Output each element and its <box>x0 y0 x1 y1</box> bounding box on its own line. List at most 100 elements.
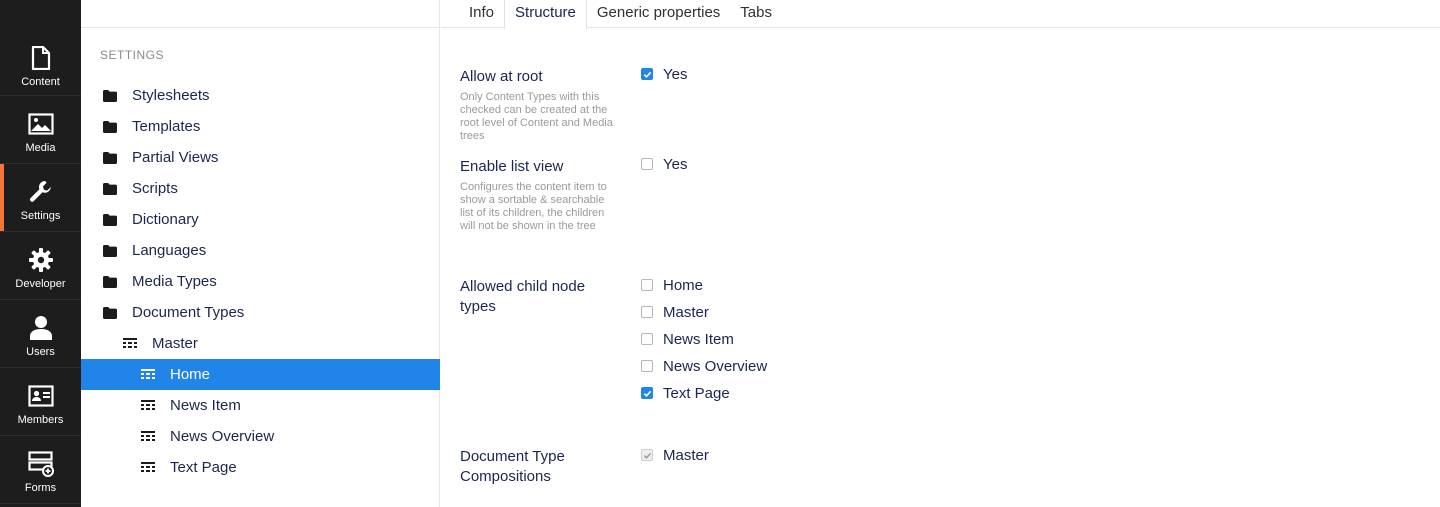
editor-main: Info Structure Generic properties Tabs A… <box>441 0 1440 507</box>
tree-item-label: Home <box>170 366 211 383</box>
composition-checkbox[interactable] <box>641 449 653 461</box>
tree-item-master[interactable]: Master <box>81 328 440 359</box>
tree-item-stylesheets[interactable]: Stylesheets <box>81 80 440 111</box>
app: Content Media Settings Developer Users M… <box>0 0 1440 507</box>
child-type-label: Home <box>663 276 704 294</box>
tree-item-label: Templates <box>132 118 201 135</box>
compositions-label: Document Type Compositions <box>460 448 565 485</box>
folder-icon <box>103 120 117 134</box>
folder-icon <box>103 213 117 227</box>
child-type-checkbox[interactable] <box>641 333 653 345</box>
settings-tree-panel: Settings Stylesheets Templates Partial Vie… <box>81 0 440 507</box>
tree-item-document-types[interactable]: Document Types <box>81 297 440 328</box>
allow-at-root-label: Allow at root <box>460 68 543 85</box>
tree-item-label: Scripts <box>132 180 178 197</box>
allow-at-root-checkbox[interactable] <box>641 68 653 80</box>
allowed-child-node-types-label: Allowed child node types <box>460 278 586 315</box>
child-type-option-news-item[interactable]: News Item <box>641 329 734 349</box>
tree-item-media-types[interactable]: Media Types <box>81 266 440 297</box>
child-type-checkbox[interactable] <box>641 279 653 291</box>
child-type-label: News Overview <box>663 357 768 375</box>
rail-item-developer[interactable]: Developer <box>0 232 81 300</box>
rail-item-media[interactable]: Media <box>0 96 81 164</box>
folder-icon <box>103 275 117 289</box>
rail-item-label: Media <box>25 142 56 154</box>
enable-list-view-checkbox[interactable] <box>641 158 653 170</box>
allowed-child-node-types-row: Allowed child node types <box>460 277 600 317</box>
child-type-option-home[interactable]: Home <box>641 275 703 295</box>
tab-generic-properties[interactable]: Generic properties <box>587 0 730 28</box>
tree-item-scripts[interactable]: Scripts <box>81 173 440 204</box>
doctype-icon <box>123 337 137 351</box>
tree-section-heading: Settings <box>100 48 165 62</box>
rail-item-label: Members <box>17 414 64 426</box>
tree-item-label: News Overview <box>170 428 275 445</box>
tree-item-label: Master <box>152 335 198 352</box>
folder-icon <box>103 182 117 196</box>
document-icon <box>28 45 54 71</box>
folder-icon <box>103 89 117 103</box>
child-type-option-text-page[interactable]: Text Page <box>641 383 730 403</box>
rail-item-members[interactable]: Members <box>0 368 81 436</box>
tree-item-news-item[interactable]: News Item <box>81 390 440 421</box>
tree-item-label: Dictionary <box>132 211 199 228</box>
composition-option-master[interactable]: Master <box>641 445 709 465</box>
rail-item-label: Users <box>26 346 55 358</box>
editor-tabs: Info Structure Generic properties Tabs <box>441 0 1440 29</box>
tree-item-label: Stylesheets <box>132 87 210 104</box>
rail-item-label: Content <box>21 76 60 88</box>
tree-item-languages[interactable]: Languages <box>81 235 440 266</box>
tree-item-dictionary[interactable]: Dictionary <box>81 204 440 235</box>
tree-item-label: Partial Views <box>132 149 219 166</box>
tree-item-text-page[interactable]: Text Page <box>81 452 440 483</box>
rail-item-settings[interactable]: Settings <box>0 164 81 232</box>
doctype-icon <box>141 399 155 413</box>
child-type-label: News Item <box>663 330 734 348</box>
rail-item-label: Forms <box>24 482 57 494</box>
enable-list-view-option-label: Yes <box>663 155 688 173</box>
doctype-icon <box>141 430 155 444</box>
enable-list-view-description: Configures the content item to show a so… <box>460 181 607 232</box>
folder-icon <box>103 151 117 165</box>
tree-item-news-overview[interactable]: News Overview <box>81 421 440 452</box>
tree-item-label: Text Page <box>170 459 237 476</box>
tab-info[interactable]: Info <box>459 0 504 28</box>
user-icon <box>28 315 54 341</box>
enable-list-view-label: Enable list view <box>460 158 564 175</box>
allow-at-root-description: Only Content Types with this checked can… <box>460 91 613 142</box>
doctype-icon <box>141 461 155 475</box>
forms-icon <box>27 451 54 477</box>
compositions-row: Document Type Compositions <box>460 447 590 487</box>
tree-item-partial-views[interactable]: Partial Views <box>81 142 440 173</box>
tree-item-label: News Item <box>170 397 241 414</box>
child-type-checkbox[interactable] <box>641 360 653 372</box>
tab-structure[interactable]: Structure <box>504 0 587 29</box>
tree-item-templates[interactable]: Templates <box>81 111 440 142</box>
tab-tabs[interactable]: Tabs <box>730 0 782 28</box>
checkmark-icon <box>643 71 651 78</box>
child-type-option-news-overview[interactable]: News Overview <box>641 356 767 376</box>
rail-item-label: Developer <box>15 278 66 290</box>
allow-at-root-option-label: Yes <box>663 65 688 83</box>
folder-icon <box>103 306 117 320</box>
rail-item-users[interactable]: Users <box>0 300 81 368</box>
tree-item-home[interactable]: Home <box>81 359 440 390</box>
enable-list-view-row: Enable list view Configures the content … <box>460 157 620 233</box>
rail-item-content[interactable]: Content <box>0 0 81 96</box>
tree-item-label: Media Types <box>132 273 217 290</box>
allow-at-root-option[interactable]: Yes <box>641 64 687 84</box>
rail-item-label: Settings <box>20 210 61 222</box>
child-type-checkbox[interactable] <box>641 387 653 399</box>
folder-icon <box>103 244 117 258</box>
composition-option-label: Master <box>663 446 709 464</box>
child-type-checkbox[interactable] <box>641 306 653 318</box>
wrench-icon <box>28 179 54 205</box>
rail-item-forms[interactable]: Forms <box>0 436 81 504</box>
tree-item-label: Languages <box>132 242 207 259</box>
checkmark-icon <box>643 452 651 459</box>
child-type-option-master[interactable]: Master <box>641 302 709 322</box>
enable-list-view-option[interactable]: Yes <box>641 154 687 174</box>
id-card-icon <box>27 383 54 409</box>
tree-header-bar <box>81 0 439 28</box>
image-icon <box>27 111 54 137</box>
